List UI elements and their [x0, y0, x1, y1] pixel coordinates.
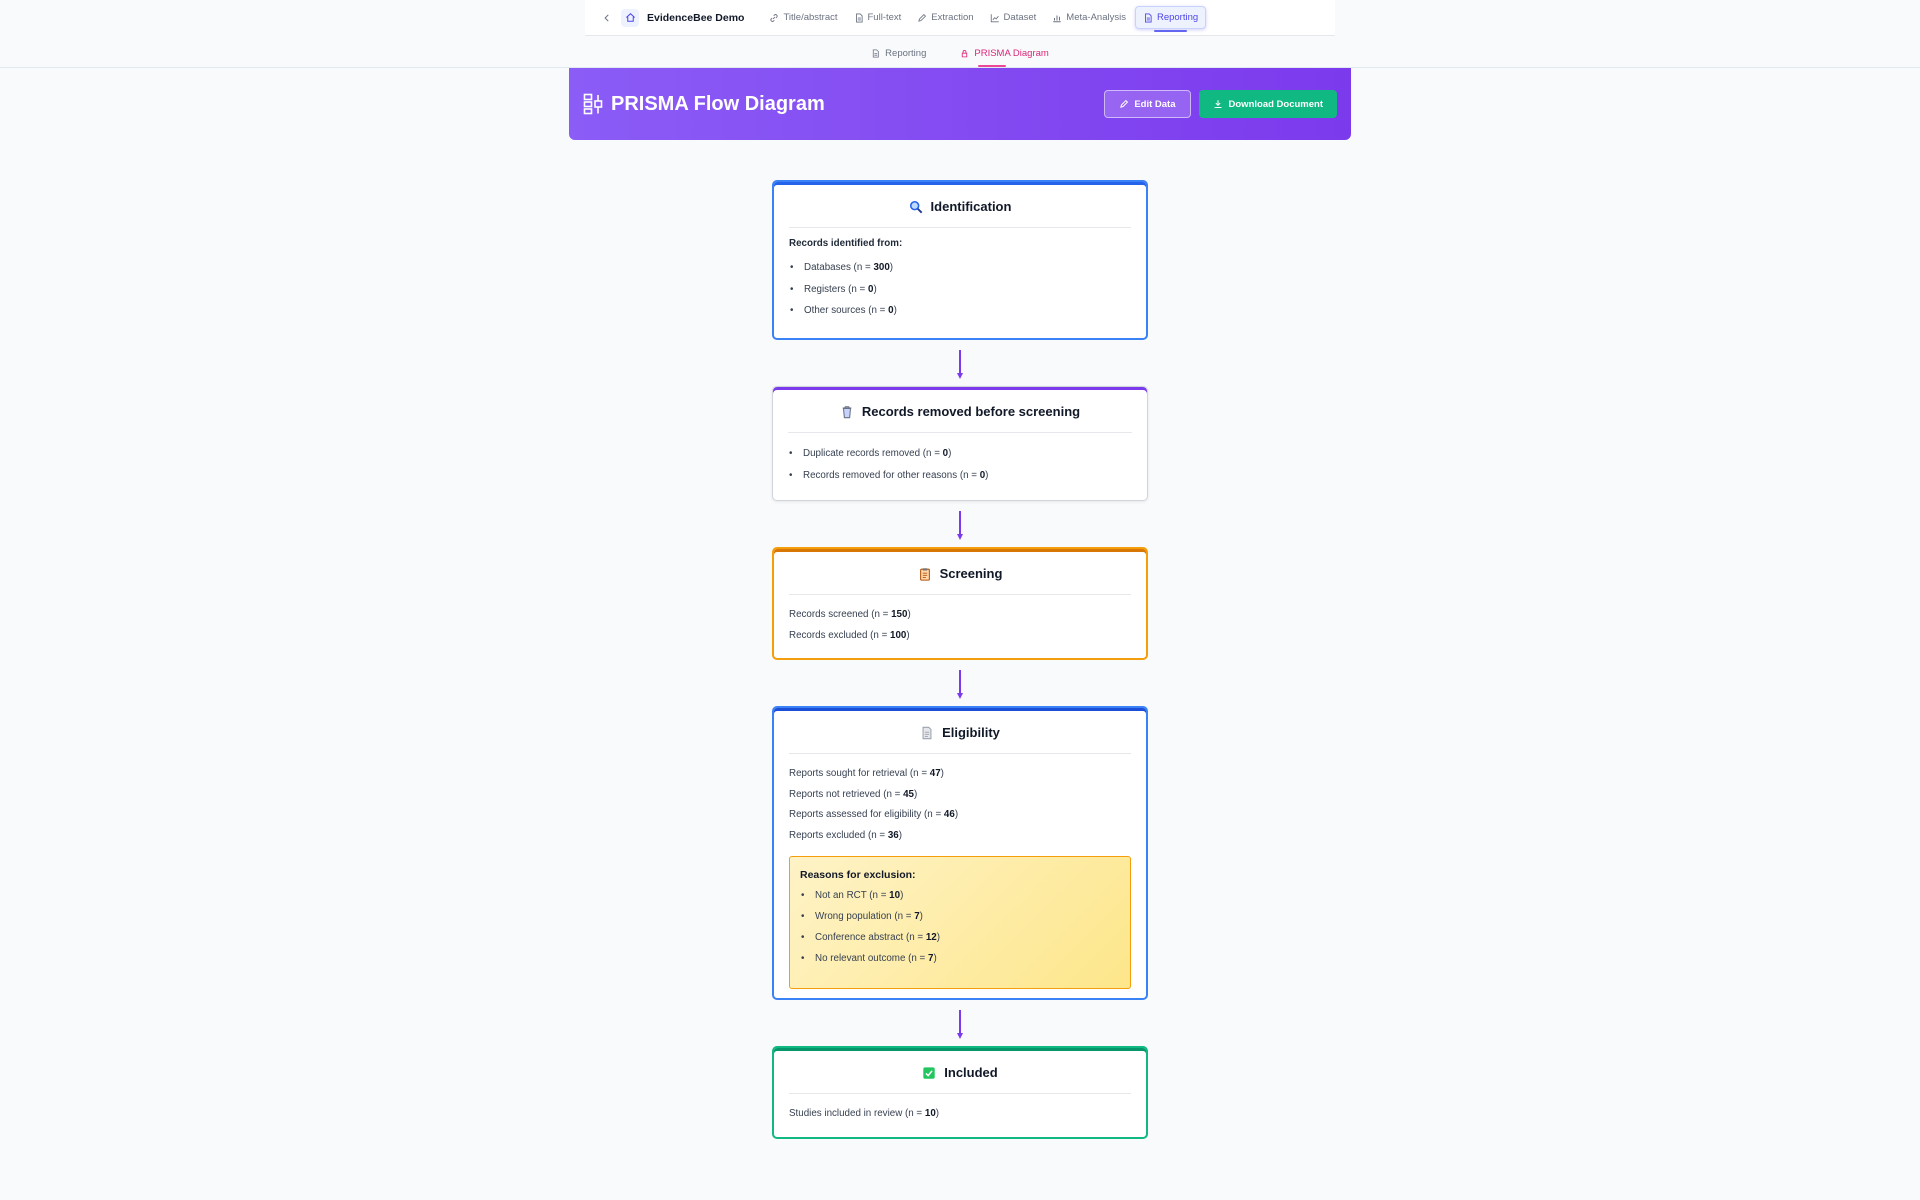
included-box: Included Studies included in review (n =… [772, 1046, 1148, 1139]
list-item: Duplicate records removed (n = 0) [788, 443, 1132, 465]
exclusion-reasons-heading: Reasons for exclusion: [800, 869, 916, 881]
identification-title: Identification [930, 199, 1012, 214]
list-item: Databases (n = 300) [789, 257, 1131, 279]
included-title: Included [944, 1065, 998, 1080]
eligibility-line: Reports excluded (n = 36) [789, 829, 903, 841]
screening-title: Screening [939, 566, 1003, 581]
document-icon [873, 48, 879, 58]
checkmark-icon [923, 1066, 935, 1079]
nav-reporting[interactable]: Reporting [1134, 6, 1207, 32]
nav-label: Extraction [931, 12, 974, 23]
home-button[interactable] [621, 8, 639, 27]
top-bar: EvidenceBee Demo Title/abstract Full-tex… [0, 0, 1920, 68]
edit-data-button[interactable]: Edit Data [1104, 90, 1191, 118]
home-icon [625, 13, 635, 22]
nav-label: Meta-Analysis [1066, 12, 1126, 23]
nav-meta-analysis[interactable]: Meta-Analysis [1045, 7, 1133, 28]
page-title: PRISMA Flow Diagram [611, 92, 825, 115]
screening-line: Records excluded (n = 100) [789, 629, 910, 641]
list-item: Other sources (n = 0) [789, 300, 1131, 322]
identification-subhead: Records identified from: [789, 238, 903, 249]
download-document-button[interactable]: Download Document [1198, 90, 1337, 118]
page-header: PRISMA Flow Diagram Edit Data Download D… [569, 68, 1351, 140]
lock-icon [962, 49, 968, 57]
project-title: EvidenceBee Demo [647, 11, 745, 24]
nav-label: Reporting [1156, 12, 1199, 23]
pen-icon [918, 13, 927, 22]
flow-arrow [957, 1010, 963, 1039]
exclusion-reasons-panel: Reasons for exclusion: Not an RCT (n = 1… [789, 856, 1131, 989]
tab-prisma-diagram[interactable]: PRISMA Diagram [950, 44, 1058, 67]
list-item: Wrong population (n = 7) [800, 906, 1120, 927]
link-icon [770, 13, 779, 22]
nav-full-text[interactable]: Full-text [847, 7, 909, 28]
records-removed-title: Records removed before screening [861, 404, 1081, 419]
nav-dataset[interactable]: Dataset [983, 7, 1044, 28]
document-icon [1145, 13, 1152, 22]
tab-label: PRISMA Diagram [974, 47, 1049, 59]
tab-label: Reporting [885, 47, 927, 59]
nav-label: Full-text [867, 12, 902, 23]
included-heading: Included [789, 1052, 1131, 1094]
clipboard-icon [919, 567, 930, 581]
eligibility-line: Reports sought for retrieval (n = 47) [789, 768, 944, 779]
page-icon [922, 726, 932, 739]
trash-icon [842, 405, 852, 418]
list-item: Records removed for other reasons (n = 0… [788, 465, 1132, 487]
main-nav: EvidenceBee Demo Title/abstract Full-tex… [585, 0, 1335, 36]
nav-label: Title/abstract [783, 12, 838, 23]
eligibility-line: Reports not retrieved (n = 45) [789, 788, 918, 800]
flow-arrow [957, 350, 963, 379]
chart-icon [990, 13, 999, 22]
list-item: Conference abstract (n = 12) [800, 927, 1120, 948]
identification-heading: Identification [789, 186, 1131, 228]
download-icon [1214, 100, 1221, 108]
records-removed-heading: Records removed before screening [788, 391, 1132, 433]
identification-box: Identification Records identified from: … [772, 180, 1148, 340]
flow-arrow [957, 511, 963, 540]
download-document-label: Download Document [1228, 98, 1323, 110]
edit-data-label: Edit Data [1134, 98, 1176, 110]
chevron-left-icon [604, 14, 609, 21]
eligibility-title: Eligibility [942, 725, 1000, 740]
pencil-icon [1120, 99, 1129, 108]
list-item: Registers (n = 0) [789, 279, 1131, 301]
nav-extraction[interactable]: Extraction [910, 7, 980, 28]
eligibility-line: Reports assessed for eligibility (n = 46… [789, 809, 959, 820]
flow-diagram-icon [583, 93, 603, 115]
tab-reporting[interactable]: Reporting [861, 44, 936, 63]
nav-title-abstract[interactable]: Title/abstract [762, 7, 844, 28]
list-item: No relevant outcome (n = 7) [800, 948, 1120, 969]
back-button[interactable] [599, 10, 615, 26]
included-line: Studies included in review (n = 10) [789, 1108, 940, 1119]
bar-chart-icon [1053, 15, 1062, 22]
screening-box: Screening Records screened (n = 150) Rec… [772, 547, 1148, 660]
nav-label: Dataset [1003, 12, 1037, 23]
sub-nav: Reporting PRISMA Diagram [0, 40, 1920, 67]
list-item: Not an RCT (n = 10) [800, 885, 1120, 906]
eligibility-heading: Eligibility [789, 712, 1131, 754]
document-icon [855, 13, 863, 22]
records-removed-box: Records removed before screening Duplica… [772, 386, 1148, 501]
screening-line: Records screened (n = 150) [789, 609, 911, 620]
eligibility-box: Eligibility Reports sought for retrieval… [772, 706, 1148, 1000]
magnifier-icon [909, 200, 922, 213]
screening-heading: Screening [789, 553, 1131, 595]
flow-arrow [957, 670, 963, 699]
